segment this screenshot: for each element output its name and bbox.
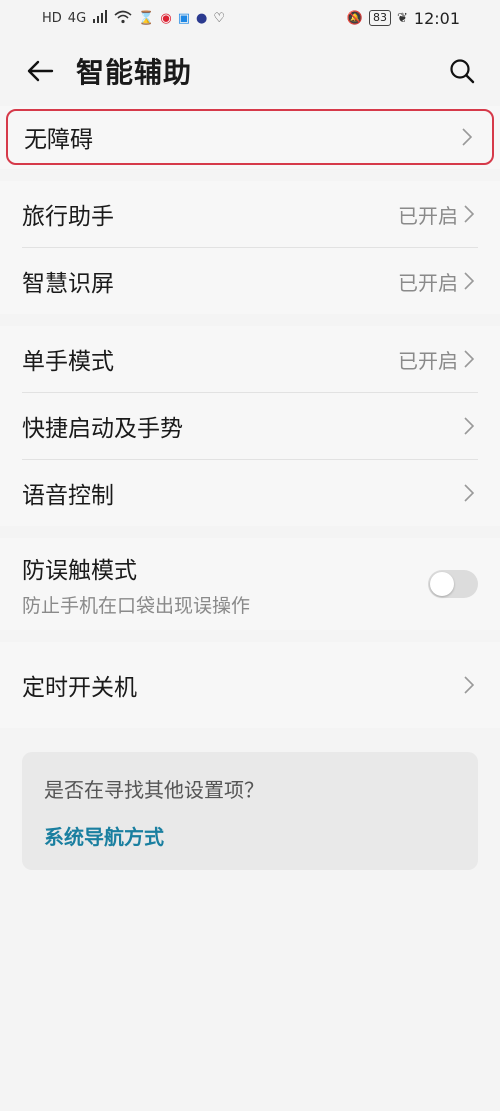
chevron-right-icon xyxy=(464,482,478,504)
search-button[interactable] xyxy=(444,53,480,89)
pocket-mode-toggle[interactable] xyxy=(428,570,478,598)
settings-item-label: 快捷启动及手势 xyxy=(22,416,183,442)
settings-group-schedule: 定时开关机 xyxy=(0,642,500,728)
settings-group-accessibility: 无障碍 xyxy=(0,106,500,169)
status-time: 12:01 xyxy=(413,8,460,28)
chevron-right-icon xyxy=(462,126,476,148)
search-icon xyxy=(450,59,475,84)
chevron-right-icon xyxy=(464,348,478,370)
settings-item-voice-control[interactable]: 语音控制 xyxy=(0,460,500,526)
suggestion-card: 是否在寻找其他设置项？ 系统导航方式 xyxy=(22,752,478,870)
toggle-knob xyxy=(430,572,454,596)
back-button[interactable] xyxy=(22,53,58,89)
chevron-right-icon xyxy=(464,674,478,696)
hourglass-icon: ⌛ xyxy=(138,10,155,26)
settings-item-label: 旅行助手 xyxy=(22,204,114,230)
settings-item-label: 智慧识屏 xyxy=(22,271,114,297)
chevron-right-icon xyxy=(464,270,478,292)
settings-item-one-hand-mode[interactable]: 单手模式 已开启 xyxy=(0,326,500,392)
signal-icon xyxy=(92,9,108,27)
settings-item-pocket-mode: 防误触模式 防止手机在口袋出现误操作 xyxy=(0,538,500,630)
suggestion-link-navigation[interactable]: 系统导航方式 xyxy=(44,821,456,850)
status-bar: HD 4G ⌛ ◉ ▣ ● ♡ 🔕 83 ❦ 12:01 xyxy=(0,0,500,36)
settings-item-label: 语音控制 xyxy=(22,483,114,509)
network-4g-icon: 4G xyxy=(67,10,87,26)
status-left: HD 4G ⌛ ◉ ▣ ● ♡ xyxy=(42,9,225,27)
arrow-left-icon xyxy=(27,60,54,82)
settings-item-label: 定时开关机 xyxy=(22,675,137,701)
circle-icon: ● xyxy=(195,10,208,26)
settings-item-status: 已开启 xyxy=(398,203,458,228)
settings-item-scheduled-power[interactable]: 定时开关机 xyxy=(0,642,500,728)
settings-item-accessibility[interactable]: 无障碍 xyxy=(6,109,494,165)
settings-item-text: 防误触模式 防止手机在口袋出现误操作 xyxy=(22,551,428,618)
settings-group-pocket-mode: 防误触模式 防止手机在口袋出现误操作 xyxy=(0,538,500,630)
wifi-icon xyxy=(114,10,132,27)
heart-icon: ♡ xyxy=(213,10,225,26)
app-icon: ▣ xyxy=(177,10,190,26)
settings-item-smart-screen[interactable]: 智慧识屏 已开启 xyxy=(0,248,500,314)
settings-item-description: 防止手机在口袋出现误操作 xyxy=(22,594,251,617)
hd-icon: HD xyxy=(42,10,62,26)
weibo-icon: ◉ xyxy=(160,10,172,26)
settings-item-shortcuts-gestures[interactable]: 快捷启动及手势 xyxy=(0,393,500,459)
settings-item-label: 无障碍 xyxy=(24,127,93,153)
settings-group-smart: 旅行助手 已开启 智慧识屏 已开启 xyxy=(0,181,500,314)
battery-indicator: 83 xyxy=(368,10,391,26)
settings-group-controls: 单手模式 已开启 快捷启动及手势 语音控制 xyxy=(0,326,500,526)
page-title: 智能辅助 xyxy=(76,56,193,89)
status-right: 🔕 83 ❦ 12:01 xyxy=(347,9,460,28)
suggestion-question: 是否在寻找其他设置项？ xyxy=(44,778,264,802)
leaf-icon: ❦ xyxy=(396,10,408,26)
settings-item-status: 已开启 xyxy=(398,270,458,295)
settings-item-label: 单手模式 xyxy=(22,349,114,375)
mute-bell-icon: 🔕 xyxy=(346,10,363,26)
app-header: 智能辅助 xyxy=(0,36,500,106)
chevron-right-icon xyxy=(464,415,478,437)
settings-item-label: 防误触模式 xyxy=(22,557,137,584)
chevron-right-icon xyxy=(464,203,478,225)
settings-item-travel-assistant[interactable]: 旅行助手 已开启 xyxy=(0,181,500,247)
settings-item-status: 已开启 xyxy=(398,348,458,373)
